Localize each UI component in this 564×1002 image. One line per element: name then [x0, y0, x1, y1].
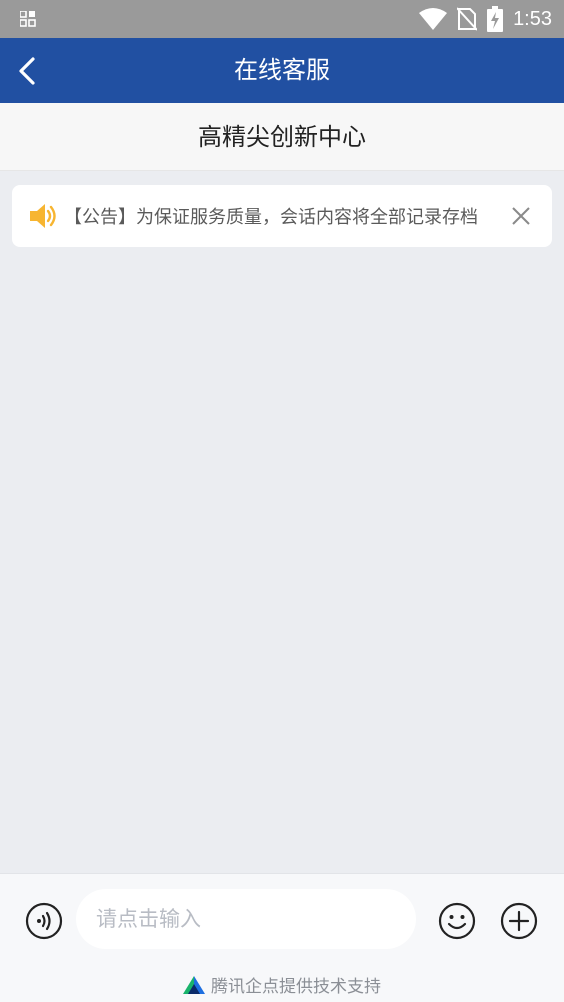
plus-icon[interactable] [500, 902, 538, 940]
status-time: 1:53 [513, 7, 552, 30]
qidian-logo-icon [183, 975, 205, 994]
no-sim-icon [457, 7, 478, 31]
service-name: 高精尖创新中心 [0, 103, 564, 171]
message-input[interactable] [76, 889, 416, 949]
voice-input-icon[interactable] [25, 902, 63, 940]
nav-bar: 在线客服 [0, 38, 564, 103]
powered-by-text: 腾讯企点提供技术支持 [211, 977, 381, 997]
wifi-icon [419, 8, 448, 30]
speaker-icon [30, 204, 56, 228]
composer-bar: 腾讯企点提供技术支持 [0, 873, 564, 1002]
battery-charging-icon [487, 6, 504, 32]
powered-by: 腾讯企点提供技术支持 [0, 972, 564, 997]
app-grid-icon [20, 11, 36, 27]
page-title: 在线客服 [234, 56, 330, 84]
announcement-banner: 【公告】为保证服务质量，会话内容将全部记录存档 [12, 185, 552, 247]
status-bar: 1:53 [0, 0, 564, 38]
close-icon[interactable] [510, 205, 532, 227]
announcement-text: 【公告】为保证服务质量，会话内容将全部记录存档 [64, 207, 478, 228]
emoji-icon[interactable] [438, 902, 476, 940]
